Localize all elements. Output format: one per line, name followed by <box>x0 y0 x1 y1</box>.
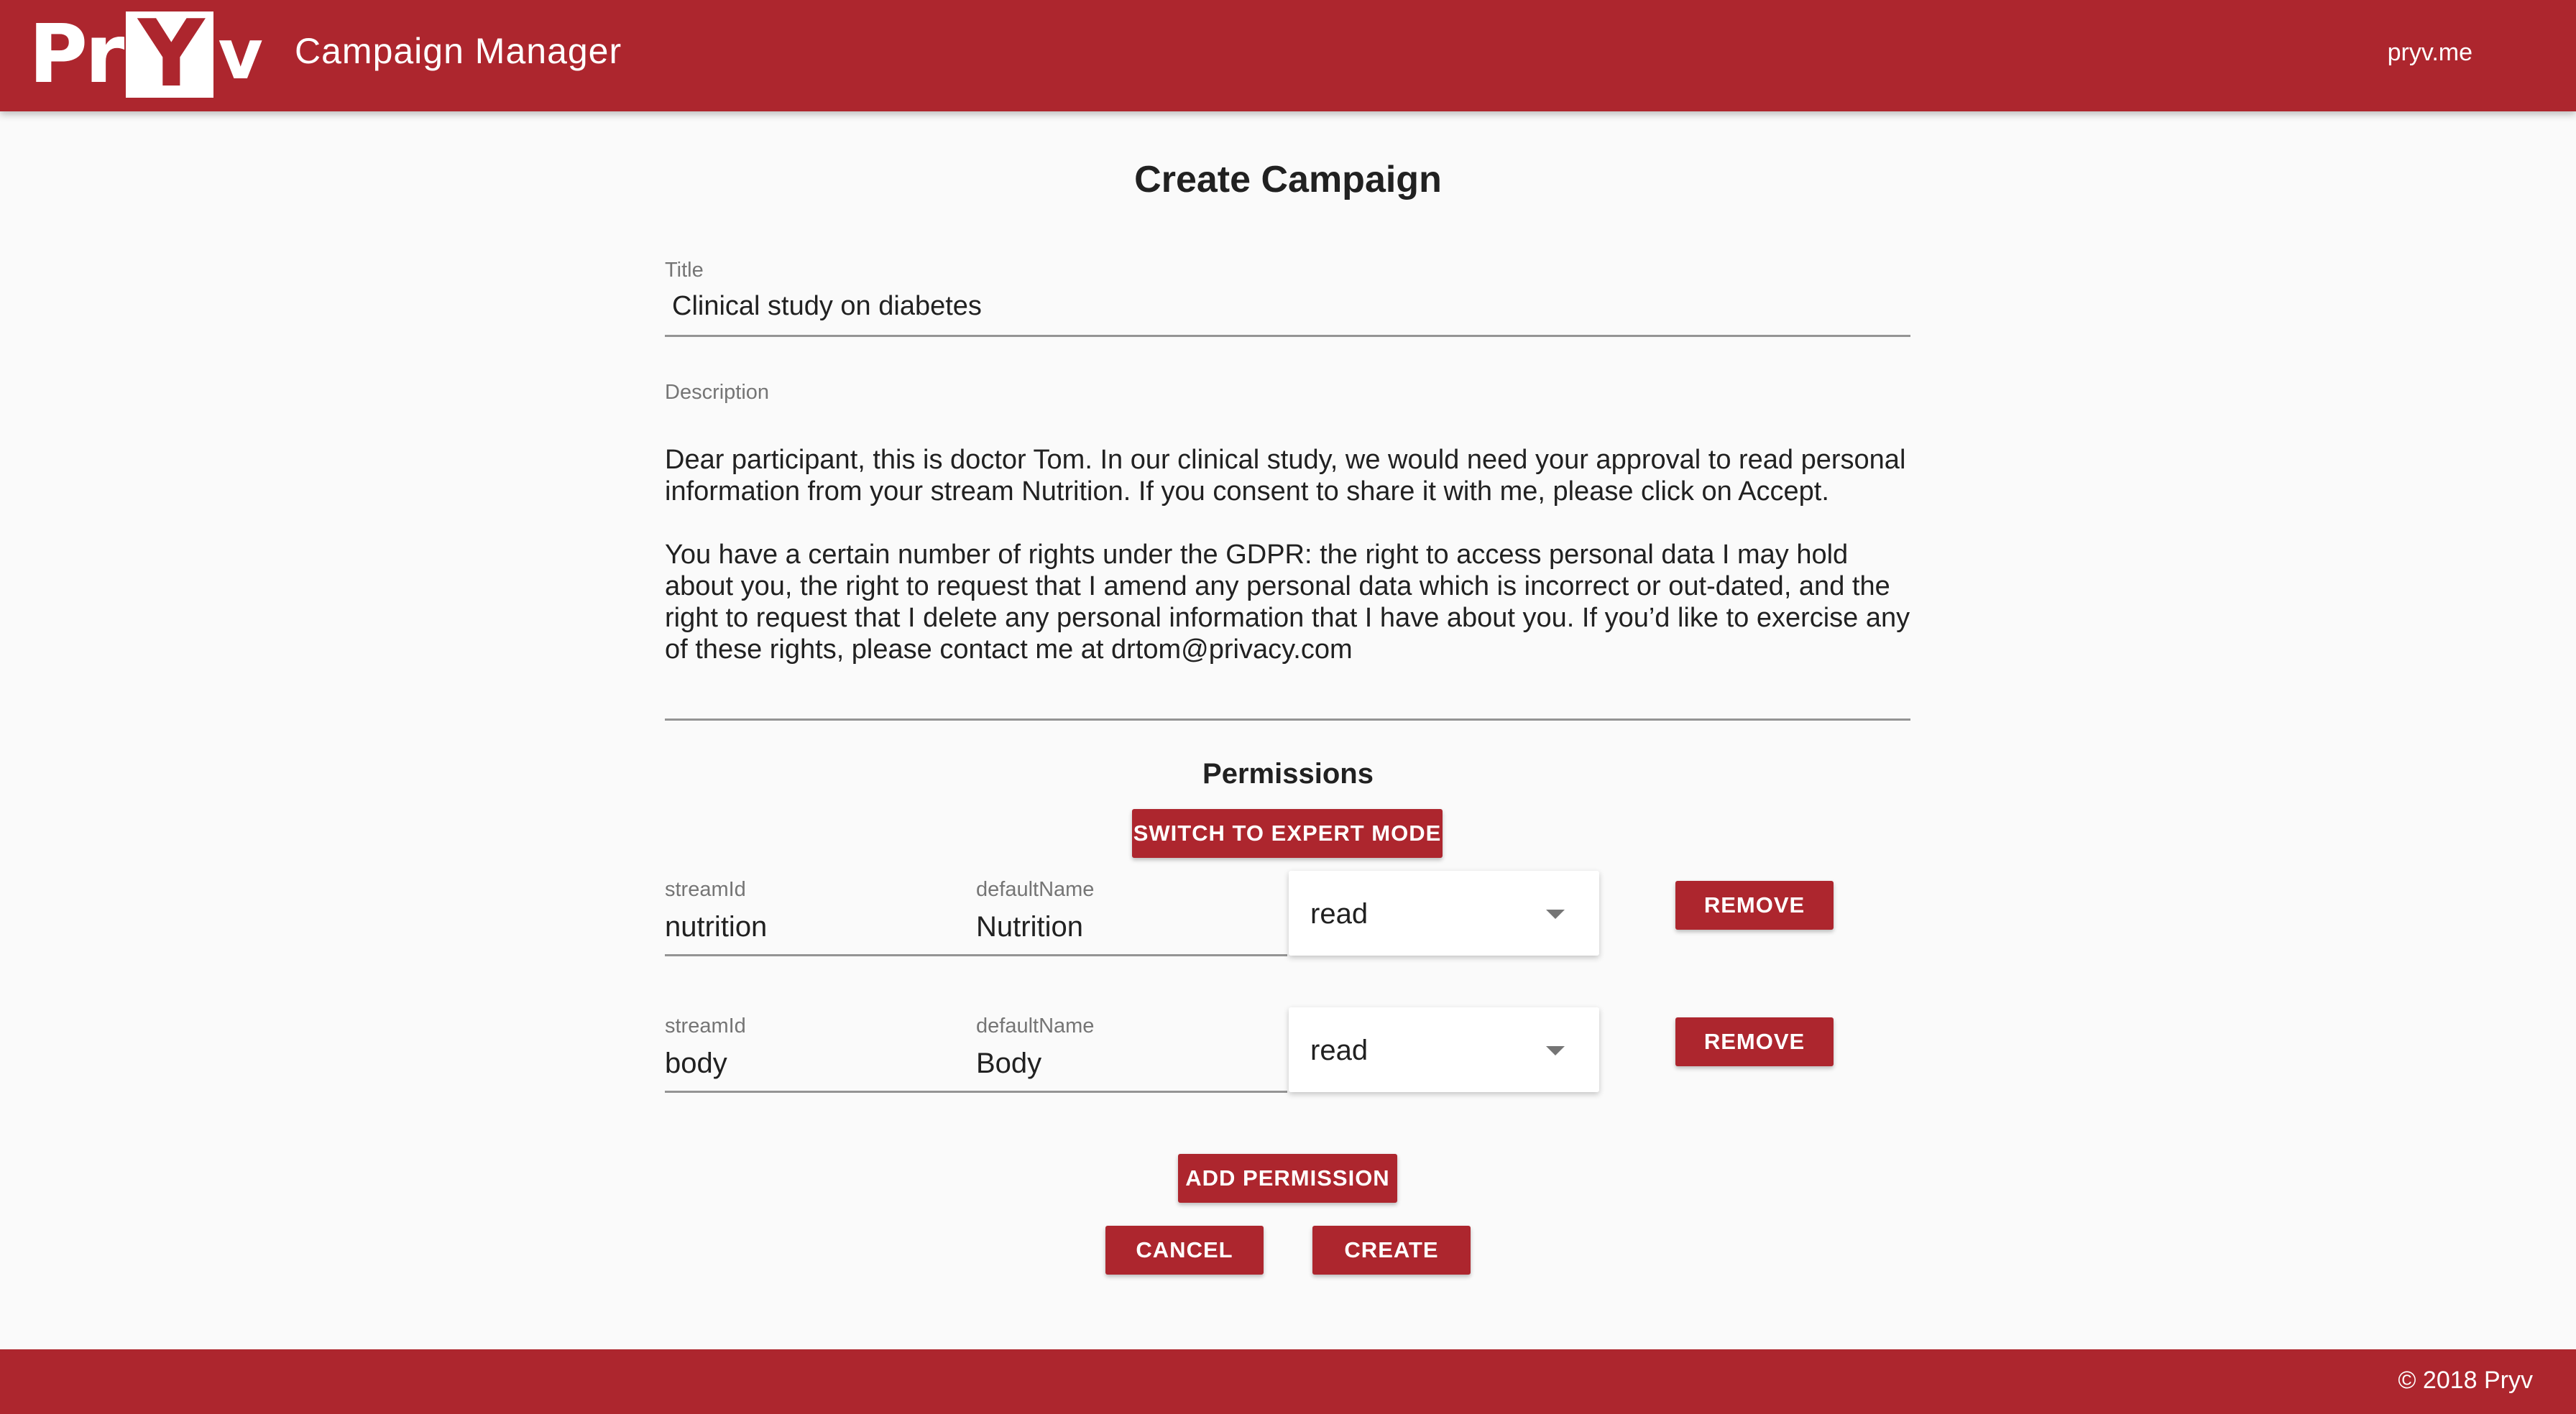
logo-text-pre: Pr <box>29 8 124 101</box>
default-name-label: defaultName <box>976 1015 1095 1038</box>
stream-id-input[interactable]: body <box>665 1048 727 1080</box>
permissions-title: Permissions <box>1202 758 1374 790</box>
logo-text-box: Y <box>126 9 214 101</box>
permission-row-underline <box>665 1091 1287 1093</box>
add-permission-button[interactable]: ADD PERMISSION <box>1178 1154 1397 1203</box>
default-name-input[interactable]: Body <box>976 1048 1041 1080</box>
default-name-label: defaultName <box>976 878 1095 901</box>
remove-permission-button[interactable]: REMOVE <box>1675 881 1834 930</box>
domain-link[interactable]: pryv.me <box>2388 39 2472 67</box>
permission-level-select[interactable]: read <box>1289 871 1599 956</box>
pryv-logo[interactable]: Pr Y v <box>29 8 263 101</box>
title-label: Title <box>665 259 704 282</box>
stream-id-input[interactable]: nutrition <box>665 911 767 943</box>
permission-level-value: read <box>1310 898 1368 930</box>
permission-row-underline <box>665 954 1287 956</box>
dropdown-arrow-icon <box>1546 1046 1565 1055</box>
default-name-input[interactable]: Nutrition <box>976 911 1083 943</box>
app-header: Pr Y v Campaign Manager pryv.me <box>0 0 2576 111</box>
description-label: Description <box>665 381 770 404</box>
title-input[interactable]: Clinical study on diabetes <box>672 291 982 322</box>
cancel-button[interactable]: CANCEL <box>1105 1226 1264 1275</box>
stream-id-label: streamId <box>665 878 746 901</box>
remove-permission-button[interactable]: REMOVE <box>1675 1017 1834 1066</box>
create-button[interactable]: CREATE <box>1312 1226 1471 1275</box>
description-textarea[interactable]: Dear participant, this is doctor Tom. In… <box>665 444 1915 665</box>
copyright-text: © 2018 Pryv <box>2398 1367 2533 1394</box>
app-title: Campaign Manager <box>295 31 622 71</box>
dropdown-arrow-icon <box>1546 910 1565 919</box>
logo-text-post: v <box>218 14 263 95</box>
title-underline <box>665 335 1910 337</box>
description-underline <box>665 718 1910 721</box>
stream-id-label: streamId <box>665 1015 746 1038</box>
page-title: Create Campaign <box>1134 159 1442 200</box>
permission-level-value: read <box>1310 1035 1368 1066</box>
permission-level-select[interactable]: read <box>1289 1007 1599 1092</box>
app-footer: © 2018 Pryv <box>0 1349 2576 1414</box>
switch-expert-mode-button[interactable]: SWITCH TO EXPERT MODE <box>1132 809 1443 858</box>
